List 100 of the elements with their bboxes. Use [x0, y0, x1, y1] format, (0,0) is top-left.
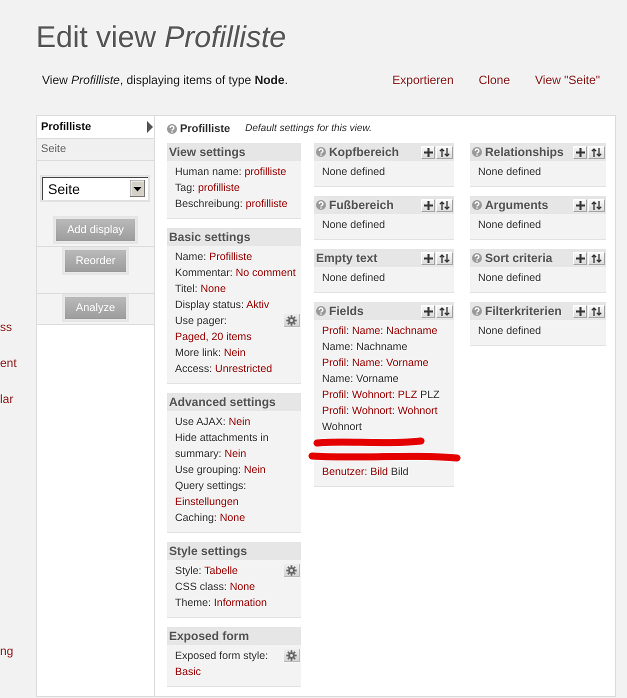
- settings-button[interactable]: [284, 649, 300, 662]
- setting-text: Titel: None: [175, 282, 227, 297]
- section-title: Exposed form: [169, 628, 250, 644]
- add-button[interactable]: [573, 146, 587, 158]
- rearrange-button[interactable]: [436, 304, 453, 318]
- section-title: Basic settings: [169, 229, 250, 245]
- display-tab[interactable]: Seite: [37, 139, 154, 161]
- setting-value-link[interactable]: Aktiv: [246, 299, 270, 311]
- sidebar-link-fragment[interactable]: ng: [0, 643, 14, 659]
- plus-icon: [424, 200, 432, 210]
- setting-value-link[interactable]: Nein: [244, 464, 266, 476]
- field-link[interactable]: Profil: Wohnort: Wohnort: [322, 405, 438, 417]
- header-link[interactable]: Clone: [478, 72, 510, 88]
- plus-icon: [576, 254, 584, 262]
- setting-text: Name: Profilliste: [175, 250, 254, 265]
- empty-note: None defined: [322, 272, 386, 284]
- section-title: Fußbereich: [329, 197, 394, 213]
- setting-text: More link: Nein: [175, 346, 247, 361]
- section-title: Relationships: [485, 144, 564, 160]
- setting-value-link[interactable]: Unrestricted: [215, 363, 272, 375]
- empty-note: None defined: [478, 272, 542, 284]
- rearrange-button[interactable]: [436, 252, 453, 264]
- add-button[interactable]: [421, 198, 435, 212]
- setting-text: Exposed form style: Basic: [175, 649, 270, 680]
- up-down-arrows-icon: [439, 200, 450, 210]
- field-label: Wohnort: [322, 421, 362, 433]
- field-link[interactable]: Profil: Name: Nachname: [322, 325, 438, 337]
- setting-text: Use pager: Paged, 20 items: [175, 314, 253, 345]
- empty-note: None defined: [478, 325, 542, 337]
- field-link[interactable]: Profil: Name: Vorname: [322, 357, 429, 369]
- rearrange-button[interactable]: [588, 146, 605, 158]
- empty-note: None defined: [478, 166, 542, 178]
- field-link[interactable]: Profil: Wohnort: PLZ: [322, 389, 418, 401]
- setting-text: Use AJAX: Nein: [175, 415, 252, 430]
- plus-icon: [576, 148, 584, 156]
- sidebar-link-fragment[interactable]: ss: [0, 319, 12, 335]
- setting-value-link[interactable]: Nein: [224, 448, 246, 460]
- display-note: Default settings for this view.: [245, 122, 372, 136]
- add-button[interactable]: [421, 304, 435, 318]
- plus-icon: [576, 306, 584, 316]
- settings-button[interactable]: [284, 564, 300, 577]
- setting-value-link[interactable]: Basic: [175, 666, 201, 678]
- setting-value-link[interactable]: None: [230, 581, 256, 593]
- setting-value-link[interactable]: profilliste: [244, 166, 286, 178]
- page-title: Edit view Profilliste: [36, 20, 286, 56]
- setting-text: Beschreibung: profilliste: [175, 197, 288, 212]
- add-button[interactable]: [421, 252, 435, 264]
- rearrange-button[interactable]: [588, 252, 605, 264]
- setting-text: Tag: profilliste: [175, 181, 241, 196]
- add-button[interactable]: [421, 146, 435, 158]
- view-description: View Profilliste, displaying items of type Node.: [42, 72, 288, 88]
- rearrange-button[interactable]: [436, 146, 453, 158]
- setting-value-link[interactable]: Tabelle: [204, 565, 238, 577]
- section-title: Arguments: [485, 197, 548, 213]
- add-button[interactable]: [573, 198, 587, 212]
- setting-value-link[interactable]: Information: [214, 597, 267, 609]
- section-title: Style settings: [169, 543, 248, 559]
- add-button[interactable]: [573, 252, 587, 264]
- header-link[interactable]: View "Seite": [535, 72, 600, 88]
- display-title: Profilliste: [180, 122, 230, 137]
- gear-icon: [286, 314, 297, 326]
- setting-value-link[interactable]: Paged, 20 items: [175, 331, 252, 343]
- display-select[interactable]: Seite: [40, 175, 150, 202]
- settings-button[interactable]: [284, 314, 300, 327]
- field-label: PLZ: [420, 389, 440, 401]
- section-title: Filterkriterien: [485, 303, 562, 319]
- up-down-arrows-icon: [439, 254, 450, 262]
- setting-value-link[interactable]: Einstellungen: [175, 496, 239, 508]
- up-down-arrows-icon: [439, 306, 450, 316]
- rearrange-button[interactable]: [436, 198, 453, 212]
- setting-value-link[interactable]: profilliste: [246, 198, 288, 210]
- plus-icon: [576, 200, 584, 210]
- setting-value-link[interactable]: None: [200, 283, 226, 295]
- section-title: Empty text: [316, 250, 378, 266]
- dropdown-arrow-icon: [130, 180, 145, 197]
- empty-note: None defined: [322, 219, 386, 231]
- gear-icon: [286, 650, 297, 660]
- sidebar-link-fragment[interactable]: lar: [0, 391, 14, 407]
- setting-value-link[interactable]: None: [220, 512, 246, 524]
- setting-text: Caching: None: [175, 511, 246, 526]
- field-link[interactable]: Benutzer: Bild: [322, 466, 388, 478]
- rearrange-button[interactable]: [588, 198, 605, 212]
- setting-value-link[interactable]: Nein: [224, 347, 246, 359]
- field-label: Name: Nachname: [322, 341, 408, 353]
- up-down-arrows-icon: [591, 254, 602, 262]
- setting-value-link[interactable]: Nein: [228, 416, 250, 428]
- setting-text: Kommentar: No comment: [175, 266, 297, 281]
- section-title: Kopfbereich: [329, 144, 400, 160]
- setting-text: Human name: profilliste: [175, 165, 288, 180]
- sidebar-link-fragment[interactable]: ent: [0, 355, 17, 371]
- gear-icon: [286, 564, 297, 576]
- header-link[interactable]: Exportieren: [392, 72, 454, 88]
- section-title: Advanced settings: [169, 394, 276, 410]
- setting-value-link[interactable]: Profilliste: [209, 251, 252, 263]
- setting-value-link[interactable]: No comment: [236, 267, 296, 279]
- setting-text: Use grouping: Nein: [175, 463, 267, 478]
- rearrange-button[interactable]: [588, 304, 605, 318]
- setting-text: Query settings: Einstellungen: [175, 479, 248, 510]
- setting-value-link[interactable]: profilliste: [198, 182, 240, 194]
- add-button[interactable]: [573, 304, 587, 318]
